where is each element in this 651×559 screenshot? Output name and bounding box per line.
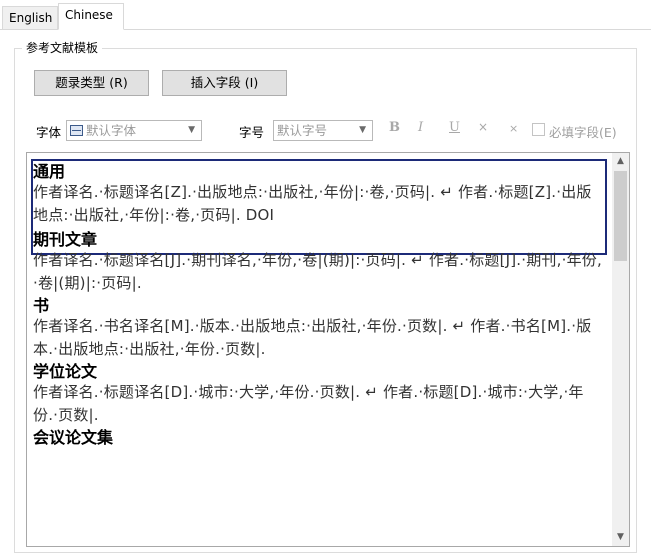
entry-body: 作者译名.·标题译名[Z].·出版地点:·出版社,·年份|:·卷,·页码|. ↵…: [33, 183, 592, 224]
superscript-button[interactable]: ×: [478, 120, 488, 134]
tab-english[interactable]: English: [2, 6, 58, 29]
insert-field-button[interactable]: 插入字段 (I): [162, 70, 287, 96]
font-label: 字体: [36, 125, 62, 140]
template-entry[interactable]: 通用 作者译名.·标题译名[Z].·出版地点:·出版社,·年份|:·卷,·页码|…: [33, 163, 603, 227]
tab-chinese[interactable]: Chinese: [58, 3, 124, 30]
entry-body: 作者译名.·标题译名[D].·城市:·大学,·年份.·页数|. ↵ 作者.·标题…: [33, 383, 584, 424]
template-editor[interactable]: 通用 作者译名.·标题译名[Z].·出版地点:·出版社,·年份|:·卷,·页码|…: [26, 152, 630, 547]
underline-button[interactable]: U: [449, 120, 460, 135]
size-combo[interactable]: 默认字号 ▼: [273, 120, 373, 141]
size-label: 字号: [239, 125, 265, 140]
size-value: 默认字号: [277, 123, 328, 138]
chevron-down-icon[interactable]: ▼: [612, 529, 629, 546]
font-combo[interactable]: 默认字体 ▼: [66, 120, 202, 141]
template-entry[interactable]: 会议论文集: [33, 429, 603, 447]
italic-button[interactable]: I: [418, 120, 423, 135]
scrollbar-thumb[interactable]: [614, 171, 627, 261]
entry-title: 期刊文章: [33, 230, 98, 249]
template-entry[interactable]: 书 作者译名.·书名译名[M].·版本.·出版地点:·出版社,·年份.·页数|.…: [33, 297, 603, 361]
template-list: 通用 作者译名.·标题译名[Z].·出版地点:·出版社,·年份|:·卷,·页码|…: [33, 163, 603, 449]
entry-body: 作者译名.·书名译名[M].·版本.·出版地点:·出版社,·年份.·页数|. ↵…: [33, 317, 592, 358]
entry-title: 书: [33, 296, 50, 315]
template-entry[interactable]: 学位论文 作者译名.·标题译名[D].·城市:·大学,·年份.·页数|. ↵ 作…: [33, 363, 603, 427]
template-entry[interactable]: 期刊文章 作者译名.·标题译名[J].·期刊译名,·年份,·卷|(期)|:·页码…: [33, 231, 603, 295]
subscript-button[interactable]: ×: [509, 122, 518, 135]
vertical-scrollbar[interactable]: ▲ ▼: [612, 153, 629, 546]
tab-strip: English Chinese: [0, 0, 651, 30]
chevron-up-icon[interactable]: ▲: [612, 153, 629, 170]
chevron-down-icon: ▼: [359, 125, 366, 135]
font-icon: [70, 125, 83, 136]
format-toolbar: 字体 默认字体 ▼ 字号 默认字号 ▼ B I U × × 必填字段(E): [0, 120, 651, 142]
required-field-checkbox[interactable]: [532, 123, 545, 136]
bold-button[interactable]: B: [389, 120, 400, 135]
required-field-label: 必填字段(E): [549, 125, 617, 140]
group-legend: 参考文献模板: [22, 39, 103, 56]
entry-title: 通用: [33, 162, 66, 181]
entry-title: 学位论文: [33, 362, 98, 381]
chevron-down-icon: ▼: [188, 125, 195, 135]
reference-type-button[interactable]: 题录类型 (R): [34, 70, 149, 96]
tab-panel-chinese: 参考文献模板 题录类型 (R) 插入字段 (I) 字体 默认字体 ▼ 字号 默认…: [0, 30, 651, 559]
entry-body: 作者译名.·标题译名[J].·期刊译名,·年份,·卷|(期)|:·页码|. ↵ …: [33, 251, 602, 292]
font-value: 默认字体: [86, 123, 137, 138]
entry-title: 会议论文集: [33, 428, 114, 447]
